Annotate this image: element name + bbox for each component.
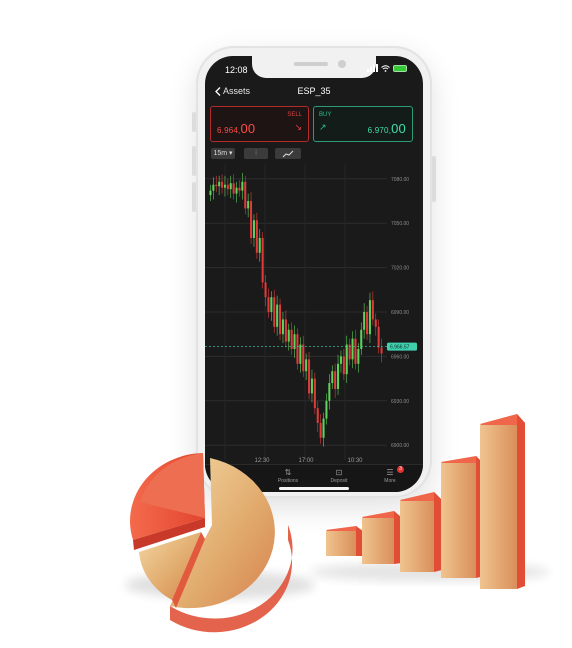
pie-chart-3d: [130, 453, 293, 633]
bar-4: [441, 456, 484, 578]
bar-3: [400, 492, 442, 572]
bar-chart-3d: [326, 414, 525, 589]
bar-2: [362, 511, 402, 564]
bar-5: [480, 414, 525, 589]
decorative-charts: [125, 414, 550, 633]
bar-1: [326, 526, 364, 556]
